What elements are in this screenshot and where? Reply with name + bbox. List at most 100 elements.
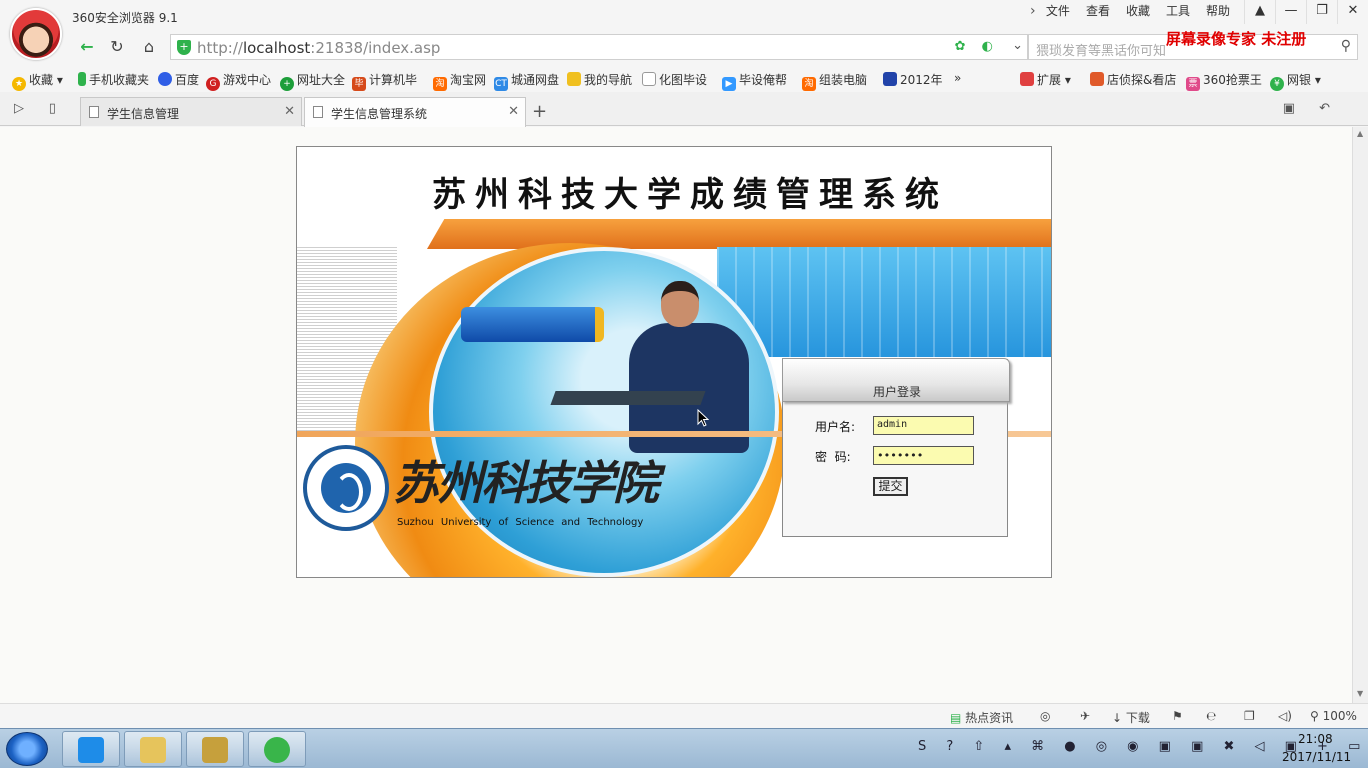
blue-background-decoration: [717, 247, 1051, 357]
accelerate-icon[interactable]: ◎: [1040, 709, 1050, 723]
recorder-watermark: 屏幕录像专家 未注册: [1166, 30, 1307, 48]
folder-icon: [567, 72, 581, 86]
baidu-paw-icon: [883, 72, 897, 86]
taskbar-wps[interactable]: [62, 731, 120, 767]
bookmark-extension[interactable]: 扩展 ▾: [1020, 71, 1071, 88]
menu-tools[interactable]: 工具: [1158, 4, 1198, 18]
bookmark-item[interactable]: 2012年: [883, 71, 943, 88]
tab-title: 学生信息管理: [107, 107, 180, 121]
address-bar[interactable]: + http://localhost:21838/index.asp ✿ ◐ ⌄: [170, 34, 1028, 60]
star-icon: ★: [12, 77, 26, 91]
page-title: 苏州科技大学成绩管理系统: [432, 175, 948, 215]
folder-icon: [140, 737, 166, 763]
minimize-button[interactable]: —: [1275, 0, 1306, 24]
person-illustration: [623, 281, 753, 453]
login-title: 用户登录: [872, 385, 921, 399]
flag-icon[interactable]: ⚑: [1172, 709, 1183, 723]
taskbar-tools[interactable]: [186, 731, 244, 767]
taskbar-explorer[interactable]: [124, 731, 182, 767]
browser-app-title: 360安全浏览器 9.1: [72, 11, 178, 25]
bookmark-item[interactable]: ▶ 毕设俺帮: [722, 71, 787, 91]
skin-icon[interactable]: ▲: [1244, 0, 1275, 24]
close-tab-icon[interactable]: ✕: [508, 104, 519, 119]
hot-news-link[interactable]: ▤ 热点资讯: [950, 709, 1013, 726]
menu-chevron-icon[interactable]: ›: [1030, 3, 1036, 19]
refresh-icon[interactable]: ↻: [104, 34, 130, 60]
menu-help[interactable]: 帮助: [1198, 4, 1238, 18]
tab-student-info-system[interactable]: 学生信息管理系统 ✕: [304, 97, 526, 127]
university-seal-logo: [303, 445, 389, 531]
start-button[interactable]: [6, 732, 48, 766]
game-center-icon: G: [206, 77, 220, 91]
news-icon: ▤: [950, 711, 962, 725]
bookmark-item[interactable]: + 网址大全: [280, 71, 345, 91]
username-field[interactable]: admin: [873, 416, 974, 435]
bookmarks-bar: ★ 收藏 ▾ 手机收藏夹 百度 G 游戏中心 + 网址大全 毕计算机毕 淘淘宝网 CT…: [0, 64, 1368, 92]
clock-date[interactable]: 2017/11/11: [1282, 750, 1351, 764]
window-mode-icon[interactable]: ❐: [1244, 709, 1255, 723]
mouse-cursor-icon: [697, 409, 709, 427]
login-panel: 苏州科技大学成绩管理系统 苏州科技学院 Suzhou University of…: [296, 146, 1052, 578]
close-tab-icon[interactable]: ✕: [284, 104, 295, 119]
bookmark-item[interactable]: 化图毕设: [642, 71, 707, 88]
back-arrow-icon[interactable]: ←: [74, 34, 100, 60]
close-window-button[interactable]: ✕: [1337, 0, 1368, 24]
page-icon: [89, 106, 99, 118]
sound-icon[interactable]: ◁): [1278, 709, 1292, 723]
sidebar-toggle-icon[interactable]: ▷ ▯: [14, 101, 56, 116]
bookmark-extension[interactable]: ¥ 网银 ▾: [1270, 71, 1321, 91]
login-form: 用户登录 用户名: admin 密 码: ••••••• 提交: [782, 358, 1010, 537]
submit-button[interactable]: 提交: [873, 477, 908, 496]
page-icon: [313, 106, 323, 118]
taobao-icon: 淘: [802, 77, 816, 91]
scroll-down-icon[interactable]: ▼: [1357, 689, 1363, 698]
bookmark-item[interactable]: 淘组装电脑: [802, 71, 867, 91]
maximize-button[interactable]: ❐: [1306, 0, 1337, 24]
scroll-up-icon[interactable]: ▲: [1357, 129, 1363, 138]
bookmark-item[interactable]: 手机收藏夹: [78, 71, 149, 88]
tab-tools-icons[interactable]: ▣ ↶: [1283, 101, 1340, 116]
bookmark-item[interactable]: 淘淘宝网: [433, 71, 486, 91]
keyboard-illustration: [550, 391, 706, 405]
vertical-scrollbar[interactable]: ▲ ▼: [1352, 127, 1368, 703]
bookmark-item[interactable]: CT 城通网盘: [494, 71, 559, 91]
search-input[interactable]: 猥琐发育等黑话你可知: [1036, 40, 1166, 59]
wps-icon: [78, 737, 104, 763]
tab-student-info[interactable]: 学生信息管理 ✕: [80, 97, 302, 126]
download-link[interactable]: ↓ 下载: [1112, 709, 1150, 726]
bookmark-item[interactable]: G 游戏中心: [206, 71, 271, 91]
zoom-control[interactable]: ⚲ 100%: [1310, 709, 1357, 723]
bookmark-extension[interactable]: 票 360抢票王: [1186, 71, 1262, 91]
menu-file[interactable]: 文件: [1038, 4, 1078, 18]
login-header: 用户登录: [782, 358, 1010, 402]
pin-icon[interactable]: ✈: [1080, 709, 1090, 723]
url-status-icons[interactable]: ✿ ◐: [955, 39, 999, 54]
ie-mode-icon[interactable]: ℮: [1206, 709, 1216, 723]
url-dropdown-icon[interactable]: ⌄: [1012, 38, 1023, 53]
browser-title-bar: 360安全浏览器 9.1 › 文件 查看 收藏 工具 帮助 ▲ — ❐ ✕: [0, 0, 1368, 30]
web-directory-icon: +: [280, 77, 294, 91]
windows-taskbar: S ? ⇧ ▴ ⌘ ● ◎ ◉ ▣ ▣ ✖ ◁ ▣ + ▭ 21:08 2017…: [0, 728, 1368, 768]
taskbar-browser[interactable]: [248, 731, 306, 767]
tab-bar: ▷ ▯ 学生信息管理 ✕ 学生信息管理系统 ✕ + ▣ ↶: [0, 92, 1368, 127]
bookmark-item[interactable]: 毕计算机毕: [352, 71, 417, 91]
url-text[interactable]: http://localhost:21838/index.asp: [197, 39, 440, 57]
tab-title: 学生信息管理系统: [331, 107, 428, 121]
menu-view[interactable]: 查看: [1078, 4, 1118, 18]
clock-time[interactable]: 21:08: [1298, 732, 1333, 746]
baidu-paw-icon: [158, 72, 172, 86]
bookmark-item[interactable]: 我的导航: [567, 71, 632, 88]
menu-favorites[interactable]: 收藏: [1118, 4, 1158, 18]
user-avatar[interactable]: [10, 8, 62, 60]
bookmark-extension[interactable]: 店侦探&看店: [1090, 71, 1176, 88]
search-icon[interactable]: ⚲: [1341, 38, 1351, 54]
status-bar: ▤ 热点资讯 ◎ ✈ ↓ 下载 ⚑ ℮ ❐ ◁) ⚲ 100%: [0, 703, 1368, 728]
blue-bar-decoration: [461, 307, 604, 342]
bookmark-item[interactable]: ★ 收藏 ▾: [12, 71, 63, 91]
bookmark-item[interactable]: 百度: [158, 71, 199, 88]
store-icon: [1090, 72, 1104, 86]
new-tab-button[interactable]: +: [532, 101, 547, 122]
more-bookmarks-icon[interactable]: »: [954, 71, 961, 85]
home-icon[interactable]: ⌂: [136, 34, 162, 60]
password-field[interactable]: •••••••: [873, 446, 974, 465]
